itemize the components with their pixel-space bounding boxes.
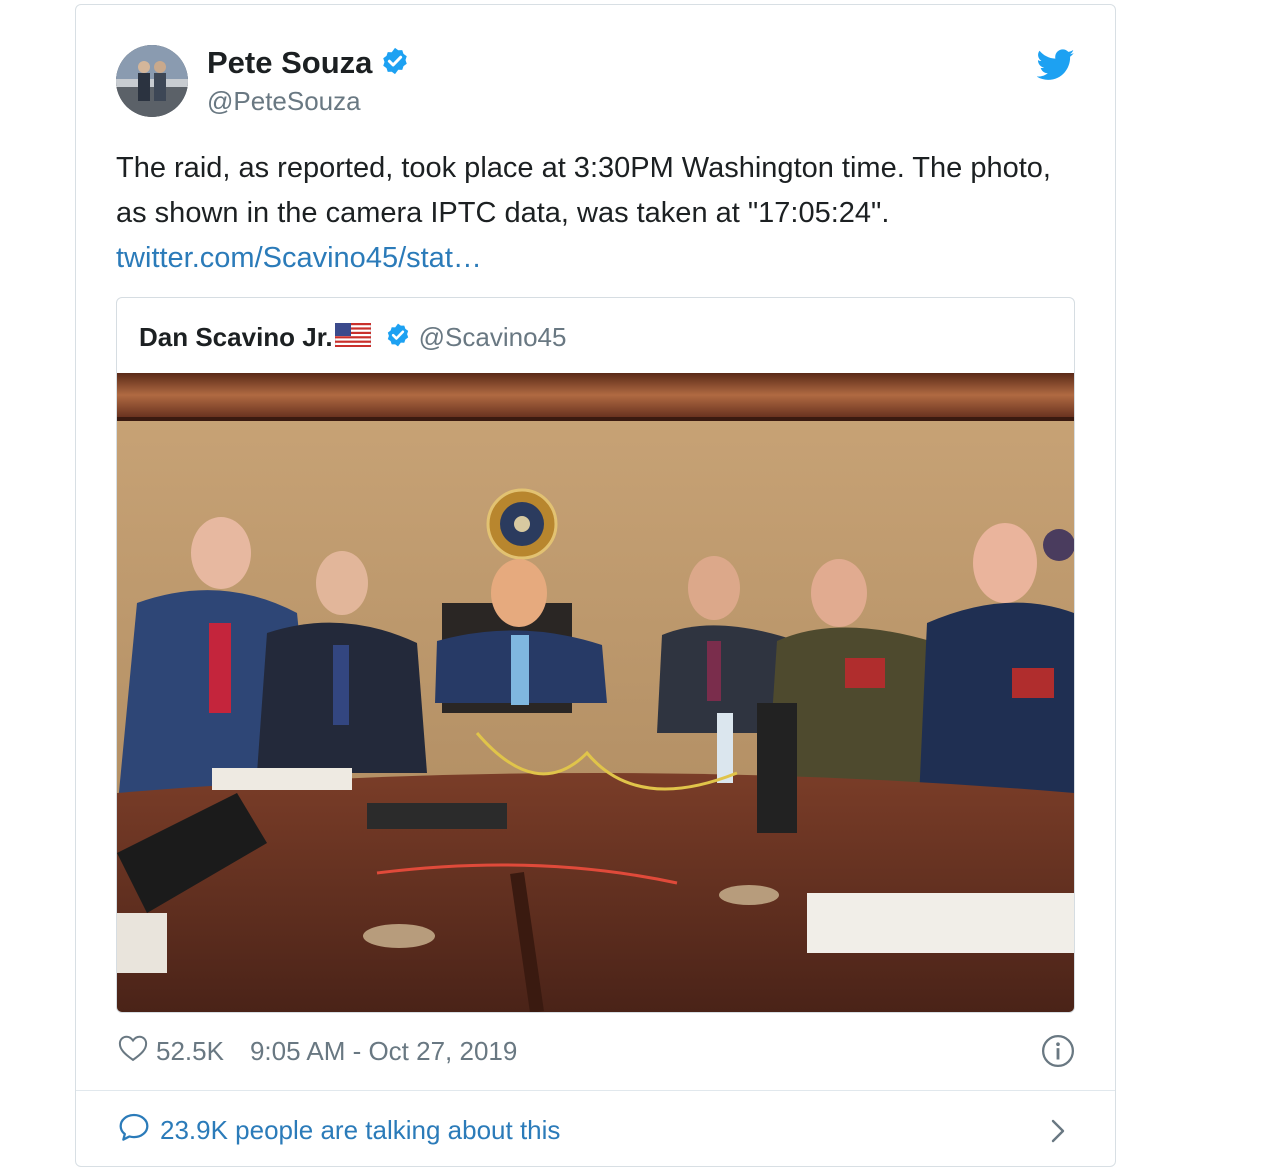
conversation-link[interactable]: 23.9K people are talking about this [118, 1112, 560, 1148]
chevron-right-icon[interactable] [1048, 1117, 1068, 1150]
tweet-timestamp[interactable]: 9:05 AM - Oct 27, 2019 [250, 1036, 517, 1067]
heart-icon[interactable] [118, 1034, 148, 1069]
quoted-author-handle[interactable]: @Scavino45 [419, 322, 567, 353]
verified-badge-icon [385, 322, 411, 353]
tweet-body: The raid, as reported, took place at 3:3… [116, 152, 1051, 229]
quoted-tweet-photo[interactable] [117, 373, 1074, 1012]
author-name[interactable]: Pete Souza [207, 45, 372, 80]
tweet-link[interactable]: twitter.com/Scavino45/stat… [116, 236, 1076, 281]
avatar-photo [116, 45, 188, 117]
info-icon[interactable] [1041, 1034, 1075, 1073]
avatar[interactable] [116, 45, 188, 117]
quoted-tweet[interactable]: Dan Scavino Jr. @Scavino45 [116, 297, 1075, 1013]
quoted-author-name[interactable]: Dan Scavino Jr. [139, 322, 333, 353]
author-name-row[interactable]: Pete Souza [207, 45, 410, 84]
verified-badge-icon [380, 46, 410, 84]
divider [76, 1090, 1115, 1091]
conversation-text[interactable]: 23.9K people are talking about this [160, 1115, 560, 1146]
speech-bubble-icon [118, 1112, 150, 1149]
twitter-bird-icon[interactable] [1036, 48, 1075, 82]
us-flag-icon [334, 322, 371, 352]
like-count[interactable]: 52.5K [156, 1036, 224, 1067]
tweet-meta: 52.5K 9:05 AM - Oct 27, 2019 [118, 1033, 517, 1069]
author-handle[interactable]: @PeteSouza [207, 86, 361, 117]
quoted-tweet-header: Dan Scavino Jr. @Scavino45 [139, 320, 566, 354]
tweet-text: The raid, as reported, took place at 3:3… [116, 146, 1076, 281]
